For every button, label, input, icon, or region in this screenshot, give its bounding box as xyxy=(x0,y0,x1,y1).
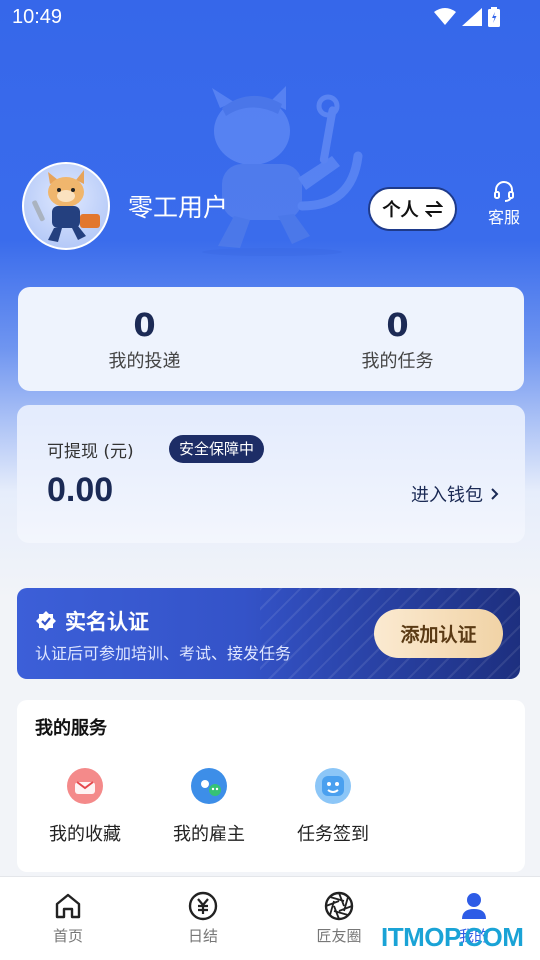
my-tasks-stat[interactable]: 0 我的任务 xyxy=(271,287,524,391)
chevron-right-icon xyxy=(491,488,499,500)
home-icon xyxy=(55,893,81,919)
tab-home[interactable]: 首页 xyxy=(18,891,118,946)
stat-value: 0 xyxy=(133,306,156,344)
status-bar: 10:49 xyxy=(0,0,540,38)
withdrawable-amount: 0.00 xyxy=(47,471,114,509)
tab-daily-pay[interactable]: 日结 xyxy=(153,891,253,946)
switch-identity-label: 个人 xyxy=(382,200,419,221)
my-services-card: 我的服务 我的收藏 我的雇主 任务签到 xyxy=(17,700,525,872)
verification-title: 实名认证 xyxy=(35,606,149,636)
service-task-checkin[interactable]: 任务签到 xyxy=(283,768,383,846)
add-verification-button[interactable]: 添加认证 xyxy=(374,609,503,658)
customer-service-button[interactable]: 客服 xyxy=(480,180,528,228)
enter-wallet-link[interactable]: 进入钱包 xyxy=(411,481,499,507)
wifi-icon xyxy=(434,8,456,25)
stat-label: 我的任务 xyxy=(361,351,434,372)
tab-label: 日结 xyxy=(187,927,218,945)
verification-subtitle: 认证后可参加培训、考试、接发任务 xyxy=(35,644,292,663)
status-icons xyxy=(434,7,500,27)
my-applications-stat[interactable]: 0 我的投递 xyxy=(18,287,271,391)
status-time: 10:49 xyxy=(12,6,63,28)
aperture-icon xyxy=(324,891,354,921)
headset-icon xyxy=(494,181,514,202)
service-label: 我的收藏 xyxy=(49,824,121,845)
stat-value: 0 xyxy=(386,306,409,344)
verified-badge-icon xyxy=(36,611,56,631)
security-badge: 安全保障中 xyxy=(169,435,265,463)
verification-title-text: 实名认证 xyxy=(65,610,149,634)
favorites-icon xyxy=(67,768,103,804)
wallet-card: 可提现 (元) 安全保障中 0.00 进入钱包 xyxy=(17,405,525,543)
tab-craftsman-circle[interactable]: 匠友圈 xyxy=(289,891,389,946)
service-label: 任务签到 xyxy=(297,824,369,845)
yen-icon xyxy=(188,891,218,921)
service-label: 我的雇主 xyxy=(173,824,245,845)
enter-wallet-label: 进入钱包 xyxy=(411,485,483,506)
service-favorites[interactable]: 我的收藏 xyxy=(35,768,135,846)
real-name-verification-banner: 实名认证 认证后可参加培训、考试、接发任务 添加认证 xyxy=(17,588,520,679)
username: 零工用户 xyxy=(128,193,229,222)
service-employers[interactable]: 我的雇主 xyxy=(159,768,259,846)
watermark-text: ITMOP.COM xyxy=(381,922,524,952)
user-avatar[interactable] xyxy=(22,162,110,250)
tab-label: 匠友圈 xyxy=(316,927,362,945)
customer-service-label: 客服 xyxy=(487,208,520,227)
switch-identity-button[interactable]: 个人 xyxy=(368,187,457,231)
employer-icon xyxy=(191,768,227,804)
person-icon xyxy=(462,893,486,919)
battery-icon xyxy=(488,7,500,27)
services-title: 我的服务 xyxy=(35,718,107,739)
stats-card: 0 我的投递 0 我的任务 xyxy=(18,287,524,391)
cat-mascot-illustration xyxy=(202,86,363,256)
tab-label: 首页 xyxy=(52,927,83,945)
checkin-icon xyxy=(315,768,351,804)
avatar-cat-icon xyxy=(32,170,100,242)
signal-icon xyxy=(462,8,482,26)
withdrawable-label: 可提现 (元) xyxy=(47,442,134,462)
swap-arrows-icon xyxy=(424,201,443,217)
stat-label: 我的投递 xyxy=(108,351,181,372)
